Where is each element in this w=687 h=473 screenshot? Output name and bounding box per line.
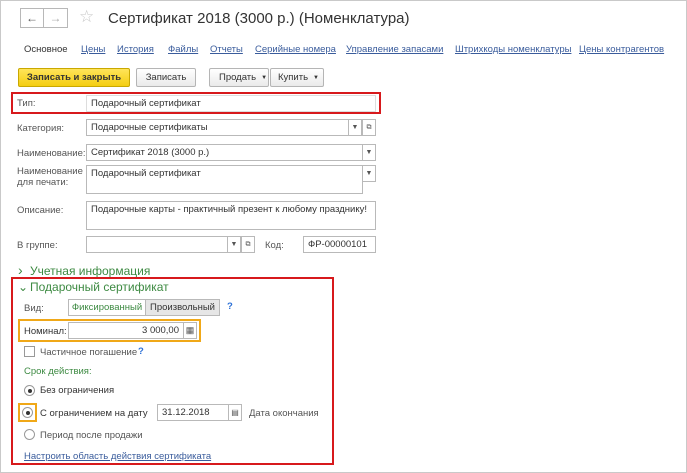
accounting-info-group[interactable]: › Учетная информация: [18, 262, 150, 278]
back-icon[interactable]: ←: [20, 8, 44, 28]
name-label: Наименование:: [17, 148, 86, 159]
limit-date-label: С ограничением на дату: [40, 408, 148, 419]
print-name-label-line1: Наименование: [17, 166, 83, 177]
tab-reports[interactable]: Отчеты: [210, 44, 243, 55]
tab-stock-management[interactable]: Управление запасами: [346, 44, 443, 55]
favorite-star-icon[interactable]: ☆: [79, 7, 94, 27]
save-button[interactable]: Записать: [136, 68, 196, 87]
category-field[interactable]: Подарочные сертификаты: [86, 119, 349, 136]
validity-label: Срок действия:: [24, 366, 92, 377]
category-dropdown-icon[interactable]: ▼: [348, 119, 362, 136]
buy-button[interactable]: Купить ▼: [270, 68, 324, 87]
print-name-dropdown-icon[interactable]: ▼: [362, 165, 376, 182]
code-label: Код:: [265, 240, 284, 251]
type-label: Тип:: [17, 98, 36, 109]
code-field[interactable]: ФР-00000101: [303, 236, 376, 253]
buy-label: Купить: [278, 72, 309, 83]
description-label: Описание:: [17, 205, 64, 216]
nominal-label: Номинал:: [24, 326, 67, 337]
sell-button[interactable]: Продать ▼: [209, 68, 269, 87]
kind-fixed-button[interactable]: Фиксированный: [68, 299, 146, 316]
limit-date-radio[interactable]: [22, 407, 33, 418]
kind-help-icon[interactable]: ?: [227, 301, 233, 312]
tab-counterparty-prices[interactable]: Цены контрагентов: [579, 44, 664, 55]
sell-dropdown-icon: ▼: [261, 74, 268, 81]
page-title: Сертификат 2018 (3000 р.) (Номенклатура): [108, 10, 410, 27]
partial-help-icon[interactable]: ?: [138, 346, 144, 357]
forward-icon[interactable]: →: [44, 8, 68, 28]
accounting-info-label: Учетная информация: [30, 264, 151, 278]
certificate-group-label: Подарочный сертификат: [30, 280, 169, 294]
group-label: В группе:: [17, 240, 58, 251]
end-date-label: Дата окончания: [249, 408, 319, 419]
calendar-icon[interactable]: ▤: [228, 404, 242, 421]
no-limit-label: Без ограничения: [40, 385, 115, 396]
tab-history[interactable]: История: [117, 44, 154, 55]
partial-redemption-label: Частичное погашение: [40, 347, 138, 358]
group-field[interactable]: [86, 236, 228, 253]
group-dropdown-icon[interactable]: ▼: [227, 236, 241, 253]
name-field[interactable]: Сертификат 2018 (3000 р.): [86, 144, 363, 161]
name-dropdown-icon[interactable]: ▼: [362, 144, 376, 161]
tab-files[interactable]: Файлы: [168, 44, 198, 55]
limit-date-field[interactable]: 31.12.2018: [157, 404, 229, 421]
after-sale-radio[interactable]: [24, 429, 35, 440]
kind-label: Вид:: [24, 303, 44, 314]
partial-redemption-checkbox[interactable]: [24, 346, 35, 357]
description-field[interactable]: Подарочные карты - практичный презент к …: [86, 201, 376, 230]
group-open-icon[interactable]: ⧉: [241, 236, 255, 253]
save-and-close-button[interactable]: Записать и закрыть: [18, 68, 130, 87]
sell-label: Продать: [219, 72, 257, 83]
chevron-right-icon: ›: [18, 262, 23, 278]
chevron-down-icon: ⌄: [18, 280, 29, 294]
tab-serial-numbers[interactable]: Серийные номера: [255, 44, 336, 55]
no-limit-radio[interactable]: [24, 385, 35, 396]
nav-buttons: ← →: [20, 8, 68, 28]
tab-barcodes[interactable]: Штрихкоды номенклатуры: [455, 44, 571, 55]
calculator-icon[interactable]: ▦: [183, 322, 197, 339]
kind-free-button[interactable]: Произвольный: [145, 299, 220, 316]
nominal-field[interactable]: 3 000,00: [68, 322, 184, 339]
type-field[interactable]: Подарочный сертификат: [86, 95, 376, 112]
after-sale-label: Период после продажи: [40, 430, 143, 441]
configure-scope-link[interactable]: Настроить область действия сертификата: [24, 451, 211, 462]
print-name-label-line2: для печати:: [17, 177, 69, 188]
tab-main[interactable]: Основное: [24, 44, 68, 55]
print-name-field[interactable]: Подарочный сертификат: [86, 165, 363, 194]
category-label: Категория:: [17, 123, 65, 134]
category-open-icon[interactable]: ⧉: [362, 119, 376, 136]
certificate-group-header[interactable]: ⌄ Подарочный сертификат: [18, 280, 169, 294]
tab-prices[interactable]: Цены: [81, 44, 105, 55]
buy-dropdown-icon: ▼: [313, 74, 319, 81]
